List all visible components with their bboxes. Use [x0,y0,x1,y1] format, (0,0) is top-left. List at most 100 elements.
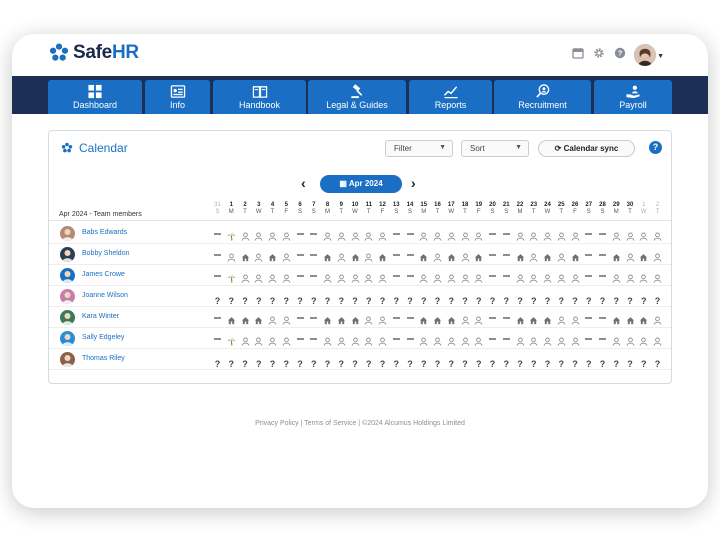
office-person-icon[interactable] [569,333,582,346]
office-person-icon[interactable] [569,270,582,283]
office-person-icon[interactable] [555,249,568,262]
unknown-status-icon[interactable]: ? [225,354,238,369]
unknown-status-icon[interactable]: ? [280,354,293,369]
home-icon[interactable] [541,312,554,325]
office-person-icon[interactable] [459,249,472,262]
unknown-status-icon[interactable]: ? [321,354,334,369]
unknown-status-icon[interactable]: ? [349,291,362,306]
office-person-icon[interactable] [252,249,265,262]
home-icon[interactable] [610,312,623,325]
office-person-icon[interactable] [376,228,389,241]
unknown-status-icon[interactable]: ? [335,291,348,306]
office-person-icon[interactable] [266,312,279,325]
unknown-status-icon[interactable]: ? [651,354,664,369]
nav-recruitment[interactable]: Recruitment [494,80,591,114]
office-person-icon[interactable] [431,249,444,262]
home-icon[interactable] [335,312,348,325]
member-name-link[interactable]: Sally Edgeley [82,334,124,341]
help-icon[interactable]: ? [614,47,626,59]
nav-reports[interactable]: Reports [409,80,492,114]
office-person-icon[interactable] [280,228,293,241]
unknown-status-icon[interactable]: ? [211,291,224,306]
office-person-icon[interactable] [514,333,527,346]
member-name-link[interactable]: Thomas Riley [82,355,125,362]
unknown-status-icon[interactable]: ? [486,354,499,369]
unknown-status-icon[interactable]: ? [335,354,348,369]
office-person-icon[interactable] [349,333,362,346]
office-person-icon[interactable] [445,333,458,346]
office-person-icon[interactable] [349,270,362,283]
office-person-icon[interactable] [431,270,444,283]
unknown-status-icon[interactable]: ? [500,354,513,369]
home-icon[interactable] [624,312,637,325]
unknown-status-icon[interactable]: ? [500,291,513,306]
unknown-status-icon[interactable]: ? [225,291,238,306]
member-name-link[interactable]: Bobby Sheldon [82,250,129,257]
office-person-icon[interactable] [376,270,389,283]
office-person-icon[interactable] [472,228,485,241]
office-person-icon[interactable] [624,333,637,346]
office-person-icon[interactable] [527,228,540,241]
member-avatar[interactable] [60,226,75,241]
unknown-status-icon[interactable]: ? [527,354,540,369]
member-avatar[interactable] [60,289,75,304]
unknown-status-icon[interactable]: ? [431,354,444,369]
office-person-icon[interactable] [472,312,485,325]
office-person-icon[interactable] [637,270,650,283]
office-person-icon[interactable] [651,249,664,262]
holiday-palm-icon[interactable] [225,228,238,241]
help-icon[interactable]: ? [649,141,662,154]
office-person-icon[interactable] [610,228,623,241]
office-person-icon[interactable] [225,249,238,262]
unknown-status-icon[interactable]: ? [294,291,307,306]
office-person-icon[interactable] [280,312,293,325]
unknown-status-icon[interactable]: ? [624,354,637,369]
office-person-icon[interactable] [555,228,568,241]
office-person-icon[interactable] [624,270,637,283]
home-icon[interactable] [472,249,485,262]
office-person-icon[interactable] [637,333,650,346]
unknown-status-icon[interactable]: ? [459,291,472,306]
unknown-status-icon[interactable]: ? [404,354,417,369]
home-icon[interactable] [514,312,527,325]
sort-dropdown[interactable]: Sort ▼ [461,140,529,157]
office-person-icon[interactable] [335,249,348,262]
office-person-icon[interactable] [362,270,375,283]
filter-dropdown[interactable]: Filter ▼ [385,140,453,157]
office-person-icon[interactable] [239,270,252,283]
unknown-status-icon[interactable]: ? [266,354,279,369]
office-person-icon[interactable] [321,333,334,346]
unknown-status-icon[interactable]: ? [307,354,320,369]
office-person-icon[interactable] [651,312,664,325]
unknown-status-icon[interactable]: ? [569,354,582,369]
home-icon[interactable] [610,249,623,262]
unknown-status-icon[interactable]: ? [582,354,595,369]
safehr-logo[interactable]: SafeHR [48,42,139,64]
office-person-icon[interactable] [459,270,472,283]
home-icon[interactable] [266,249,279,262]
unknown-status-icon[interactable]: ? [266,291,279,306]
office-person-icon[interactable] [624,249,637,262]
unknown-status-icon[interactable]: ? [569,291,582,306]
office-person-icon[interactable] [541,228,554,241]
member-avatar[interactable] [60,310,75,325]
member-avatar[interactable] [60,247,75,262]
office-person-icon[interactable] [637,228,650,241]
unknown-status-icon[interactable]: ? [280,291,293,306]
home-icon[interactable] [239,249,252,262]
unknown-status-icon[interactable]: ? [211,354,224,369]
nav-info[interactable]: Info [145,80,210,114]
office-person-icon[interactable] [280,270,293,283]
next-month-arrow-icon[interactable]: › [411,175,416,191]
unknown-status-icon[interactable]: ? [362,354,375,369]
unknown-status-icon[interactable]: ? [321,291,334,306]
office-person-icon[interactable] [376,333,389,346]
unknown-status-icon[interactable]: ? [486,291,499,306]
office-person-icon[interactable] [280,333,293,346]
calendar-icon[interactable] [572,47,584,59]
unknown-status-icon[interactable]: ? [239,291,252,306]
unknown-status-icon[interactable]: ? [390,291,403,306]
office-person-icon[interactable] [280,249,293,262]
unknown-status-icon[interactable]: ? [610,291,623,306]
unknown-status-icon[interactable]: ? [596,354,609,369]
